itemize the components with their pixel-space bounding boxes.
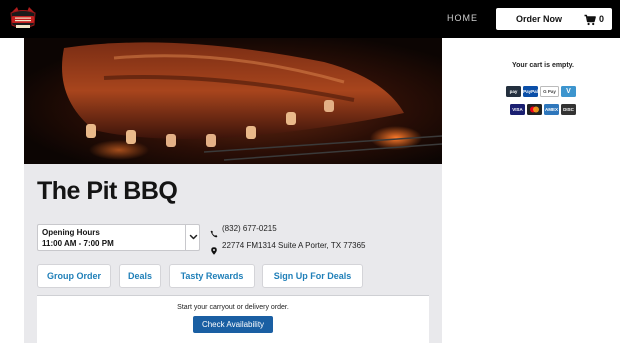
top-navigation-bar: HOME Order Now 0 <box>0 0 620 38</box>
order-now-label: Order Now <box>516 14 563 24</box>
amex-icon: AMEX <box>544 104 559 115</box>
order-now-button[interactable]: Order Now 0 <box>496 8 612 30</box>
visa-icon: VISA <box>510 104 525 115</box>
phone-number[interactable]: (832) 677-0215 <box>222 224 277 233</box>
restaurant-name: The Pit BBQ <box>37 177 178 205</box>
amazon-pay-icon: pay <box>506 86 521 97</box>
cart-sidebar: Your cart is empty. pay PayPal G Pay V V… <box>466 38 620 343</box>
hero-ribs-image <box>24 38 442 164</box>
opening-hours-value: 11:00 AM - 7:00 PM <box>42 239 114 248</box>
tasty-rewards-button[interactable]: Tasty Rewards <box>169 264 255 288</box>
map-pin-icon <box>210 242 218 255</box>
cart-count-badge: 0 <box>599 14 605 24</box>
phone-icon <box>210 225 218 238</box>
deals-button[interactable]: Deals <box>119 264 161 288</box>
restaurant-panel: The Pit BBQ Opening Hours 11:00 AM - 7:0… <box>24 38 442 343</box>
check-availability-button[interactable]: Check Availability <box>193 316 273 333</box>
group-order-button[interactable]: Group Order <box>37 264 111 288</box>
availability-prompt: Start your carryout or delivery order. <box>177 304 289 311</box>
discover-icon: DISC <box>561 104 576 115</box>
opening-hours-label: Opening Hours <box>42 228 100 237</box>
mastercard-icon <box>527 104 542 115</box>
nav-home-link[interactable]: HOME <box>447 13 478 23</box>
opening-hours-dropdown[interactable]: Opening Hours 11:00 AM - 7:00 PM <box>37 224 200 251</box>
paypal-icon: PayPal <box>523 86 538 97</box>
google-pay-icon: G Pay <box>540 86 559 97</box>
availability-panel: Start your carryout or delivery order. C… <box>37 296 429 343</box>
the-pit-logo[interactable] <box>8 6 38 32</box>
cart-empty-message: Your cart is empty. <box>512 62 574 69</box>
chevron-down-icon[interactable] <box>185 225 200 250</box>
venmo-icon: V <box>561 86 576 97</box>
address-text[interactable]: 22774 FM1314 Suite A Porter, TX 77365 <box>222 241 366 250</box>
shopping-cart-icon <box>584 13 596 26</box>
sign-up-for-deals-button[interactable]: Sign Up For Deals <box>262 264 363 288</box>
